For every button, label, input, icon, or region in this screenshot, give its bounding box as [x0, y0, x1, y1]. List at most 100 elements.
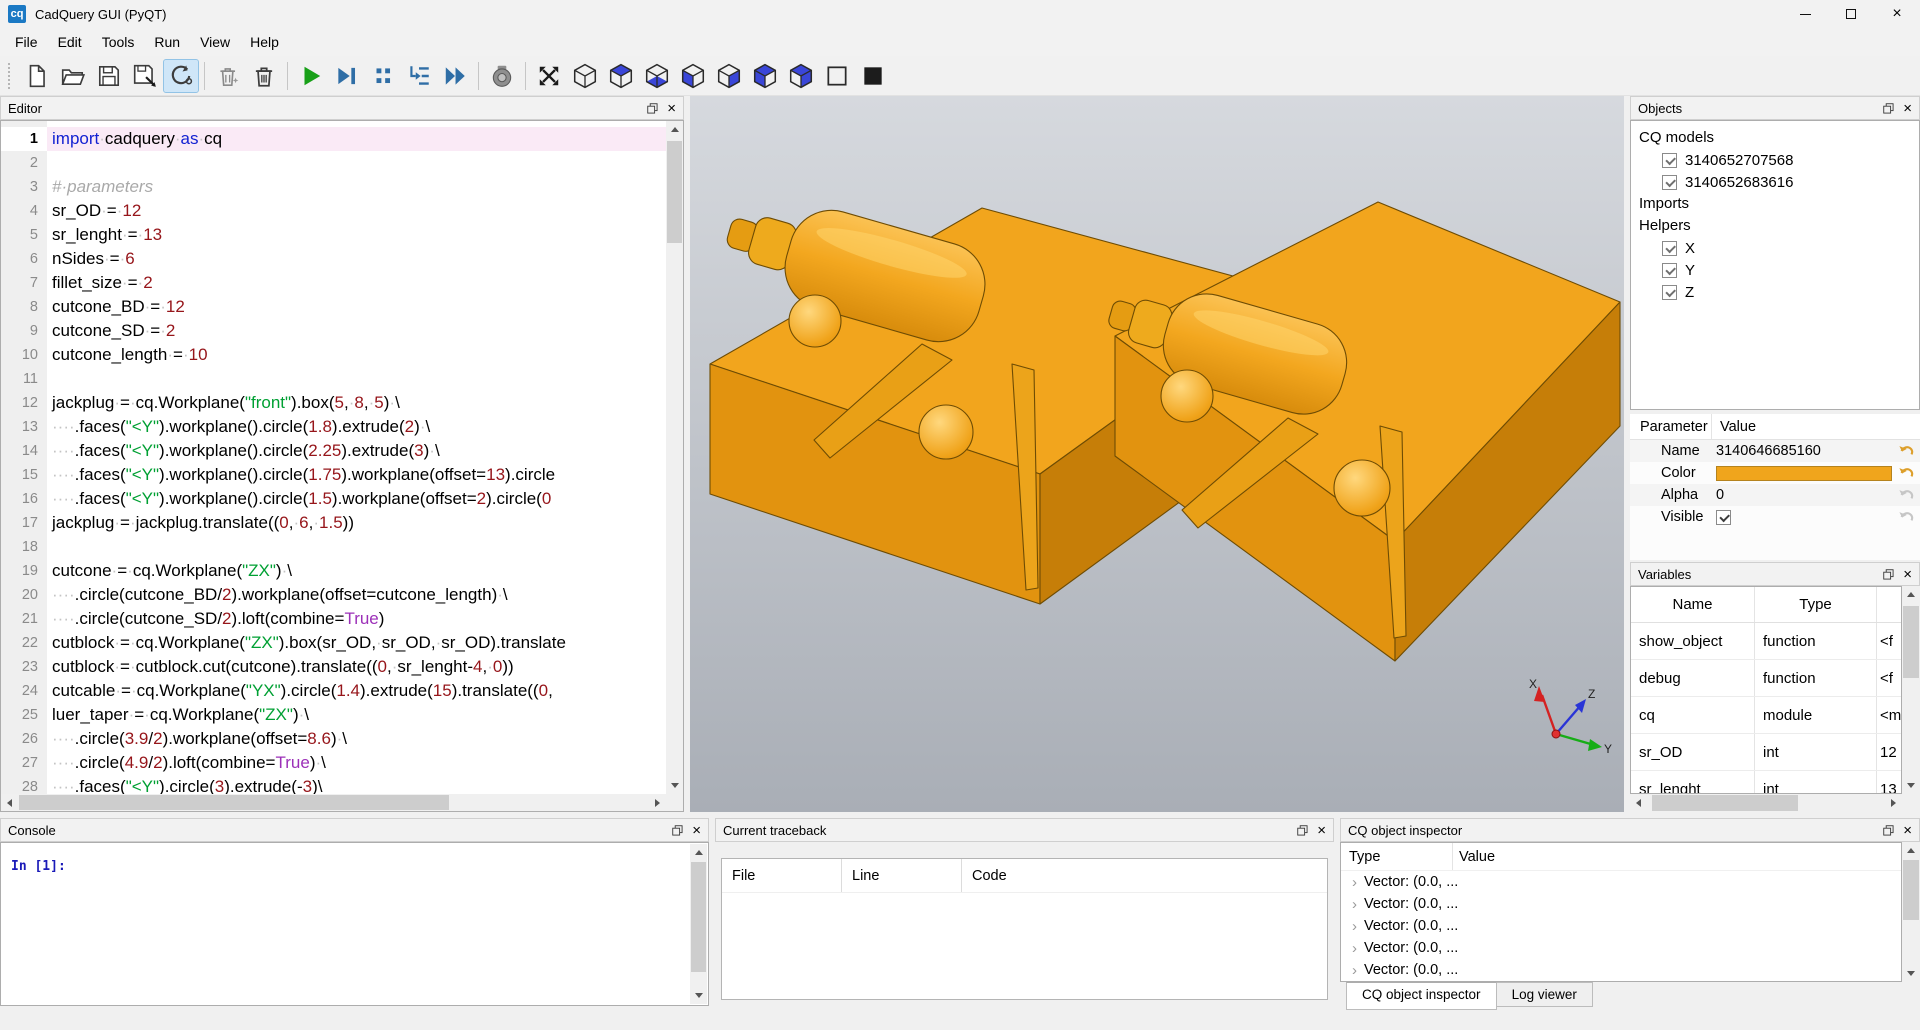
- variable-row-sr_OD[interactable]: sr_ODint12: [1631, 734, 1901, 771]
- autoreload-button[interactable]: [164, 60, 198, 92]
- scroll-right-button[interactable]: [1885, 794, 1902, 811]
- undo-button[interactable]: [1892, 465, 1920, 481]
- tree-item-y[interactable]: Y: [1631, 259, 1919, 281]
- tree-group-cq-models[interactable]: CQ models: [1631, 127, 1919, 149]
- tree-item-3140652683616[interactable]: 3140652683616: [1631, 171, 1919, 193]
- code-line[interactable]: ····.circle(cutcone_BD/2).workplane(offs…: [47, 583, 666, 607]
- scrollbar-thumb[interactable]: [1903, 860, 1919, 920]
- inspector-float-button[interactable]: [1883, 825, 1894, 836]
- code-line[interactable]: ····.faces("<Y").circle(3).extrude(-3)\: [47, 775, 666, 794]
- inspector-close-button[interactable]: ×: [1903, 823, 1912, 838]
- scroll-up-button[interactable]: [1902, 586, 1919, 603]
- code-line[interactable]: jackplug·=·cq.Workplane("front").box(5,·…: [47, 391, 666, 415]
- screenshot-button[interactable]: [485, 60, 519, 92]
- tree-group-imports[interactable]: Imports: [1631, 193, 1919, 215]
- color-swatch[interactable]: [1716, 466, 1892, 481]
- inspector-row[interactable]: ›Vector: (0.0, ...: [1341, 915, 1901, 937]
- render-button[interactable]: [294, 60, 328, 92]
- scrollbar-thumb[interactable]: [19, 795, 449, 810]
- visibility-checkbox[interactable]: [1662, 241, 1677, 256]
- scroll-up-button[interactable]: [666, 121, 683, 138]
- editor-horizontal-scrollbar[interactable]: [1, 794, 666, 811]
- menu-file[interactable]: File: [5, 30, 48, 54]
- undo-button[interactable]: [1892, 443, 1920, 459]
- delete-button[interactable]: [247, 60, 281, 92]
- menu-help[interactable]: Help: [240, 30, 289, 54]
- breakpoints-button[interactable]: [366, 60, 400, 92]
- front-view-button[interactable]: [676, 60, 710, 92]
- code-line[interactable]: sr_lenght·=·13: [47, 223, 666, 247]
- top-view-button[interactable]: [604, 60, 638, 92]
- menu-edit[interactable]: Edit: [48, 30, 92, 54]
- bottom-view-button[interactable]: [640, 60, 674, 92]
- code-line[interactable]: sr_OD·=·12: [47, 199, 666, 223]
- iso-view-button[interactable]: [568, 60, 602, 92]
- visibility-checkbox[interactable]: [1662, 175, 1677, 190]
- inspector-row[interactable]: ›Vector: (0.0, ...: [1341, 937, 1901, 959]
- editor-vertical-scrollbar[interactable]: [666, 121, 683, 794]
- variable-row-cq[interactable]: cqmodule<m: [1631, 697, 1901, 734]
- code-line[interactable]: [47, 367, 666, 391]
- maximize-button[interactable]: [1828, 0, 1874, 28]
- code-line[interactable]: [47, 151, 666, 175]
- editor-float-button[interactable]: [647, 103, 658, 114]
- minimize-button[interactable]: [1782, 0, 1828, 28]
- variables-float-button[interactable]: [1883, 569, 1894, 580]
- expand-chevron-icon[interactable]: ›: [1341, 896, 1364, 913]
- save-script-button[interactable]: [92, 60, 126, 92]
- wireframe-button[interactable]: [820, 60, 854, 92]
- tree-item-3140652707568[interactable]: 3140652707568: [1631, 149, 1919, 171]
- property-value[interactable]: 0: [1716, 487, 1724, 503]
- code-line[interactable]: luer_taper·=·cq.Workplane("ZX")·\: [47, 703, 666, 727]
- tree-group-helpers[interactable]: Helpers: [1631, 215, 1919, 237]
- scroll-up-button[interactable]: [1902, 842, 1919, 859]
- code-line[interactable]: ····.faces("<Y").workplane().circle(1.5)…: [47, 487, 666, 511]
- variables-close-button[interactable]: ×: [1903, 567, 1912, 582]
- variables-horizontal-scrollbar[interactable]: [1630, 794, 1902, 812]
- shaded-button[interactable]: [856, 60, 890, 92]
- visibility-checkbox[interactable]: [1662, 153, 1677, 168]
- code-line[interactable]: import·cadquery·as·cq: [47, 127, 666, 151]
- viewport-3d[interactable]: X Z Y: [690, 96, 1624, 812]
- scrollbar-thumb[interactable]: [691, 862, 706, 972]
- toolbar-drag-handle[interactable]: [8, 63, 12, 89]
- left-view-button[interactable]: [748, 60, 782, 92]
- code-line[interactable]: nSides·=·6: [47, 247, 666, 271]
- code-line[interactable]: ····.faces("<Y").workplane().circle(2.25…: [47, 439, 666, 463]
- code-line[interactable]: #·parameters: [47, 175, 666, 199]
- save-as-script-button[interactable]: [128, 60, 162, 92]
- visibility-checkbox[interactable]: [1662, 285, 1677, 300]
- code-line[interactable]: cutcone_SD·=·2: [47, 319, 666, 343]
- new-script-button[interactable]: [20, 60, 54, 92]
- traceback-close-button[interactable]: ×: [1317, 823, 1326, 838]
- visibility-checkbox[interactable]: [1662, 263, 1677, 278]
- continue-button[interactable]: [438, 60, 472, 92]
- editor-close-button[interactable]: ×: [667, 101, 676, 116]
- debug-button[interactable]: [330, 60, 364, 92]
- right-view-button[interactable]: [784, 60, 818, 92]
- inspector-vertical-scrollbar[interactable]: [1902, 842, 1920, 982]
- code-line[interactable]: [47, 535, 666, 559]
- variables-vertical-scrollbar[interactable]: [1902, 586, 1920, 794]
- code-line[interactable]: ····.circle(4.9/2).loft(combine=True)·\: [47, 751, 666, 775]
- code-editor[interactable]: 1234567891011121314151617181920212223242…: [0, 120, 684, 812]
- expand-chevron-icon[interactable]: ›: [1341, 962, 1364, 979]
- traceback-float-button[interactable]: [1297, 825, 1308, 836]
- code-line[interactable]: fillet_size·=·2: [47, 271, 666, 295]
- code-line[interactable]: cutcone_BD·=·12: [47, 295, 666, 319]
- scroll-down-button[interactable]: [690, 987, 707, 1004]
- open-script-button[interactable]: [56, 60, 90, 92]
- inspector-row[interactable]: ›Vector: (0.0, ...: [1341, 959, 1901, 981]
- objects-close-button[interactable]: ×: [1903, 101, 1912, 116]
- variable-row-sr_lenght[interactable]: sr_lenghtint13: [1631, 771, 1901, 794]
- scroll-left-button[interactable]: [1, 794, 18, 811]
- step-button[interactable]: [402, 60, 436, 92]
- back-view-button[interactable]: [712, 60, 746, 92]
- code-line[interactable]: ····.faces("<Y").workplane().circle(1.75…: [47, 463, 666, 487]
- code-line[interactable]: cutcable·=·cq.Workplane("YX").circle(1.4…: [47, 679, 666, 703]
- tab-log-viewer[interactable]: Log viewer: [1497, 982, 1593, 1007]
- inspector-row[interactable]: ›Vector: (0.0, ...: [1341, 871, 1901, 893]
- scrollbar-thumb[interactable]: [667, 141, 682, 243]
- scrollbar-thumb[interactable]: [1652, 795, 1798, 811]
- inspector-row[interactable]: ›Vector: (0.0, ...: [1341, 893, 1901, 915]
